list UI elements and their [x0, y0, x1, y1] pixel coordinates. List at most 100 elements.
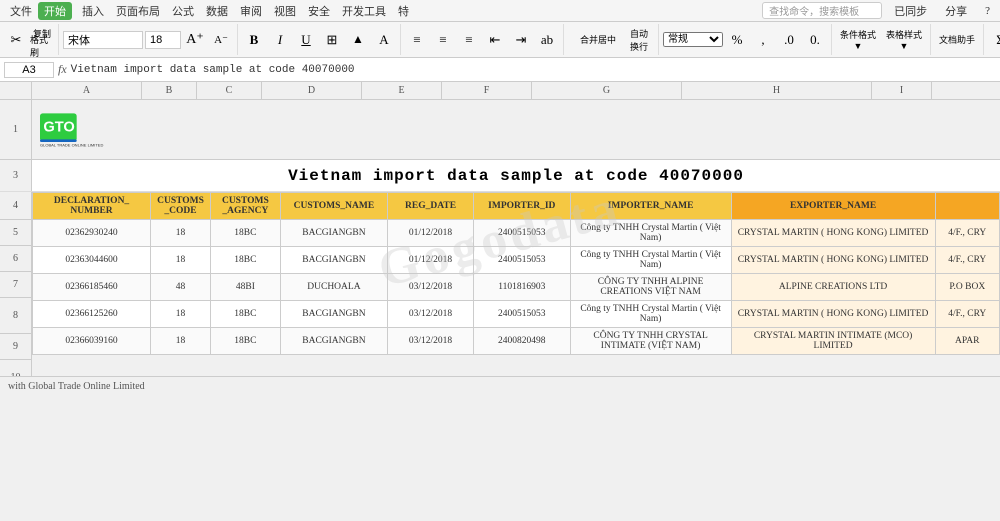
cell-r8-c6[interactable]: Công ty TNHH Crystal Martin ( Việt Nam): [570, 301, 731, 328]
menu-item-security[interactable]: 安全: [302, 3, 336, 19]
cell-r6-c6[interactable]: Công ty TNHH Crystal Martin ( Việt Nam): [570, 247, 731, 274]
indent-inc-button[interactable]: ⇥: [509, 28, 533, 52]
align-right-button[interactable]: ≡: [457, 28, 481, 52]
cell-r6-c3[interactable]: BACGIANGBN: [280, 247, 387, 274]
table-style-button[interactable]: 表格样式▼: [882, 28, 926, 51]
border-button[interactable]: ⊞: [320, 28, 344, 52]
merge-button[interactable]: 合并居中: [568, 28, 628, 52]
cell-r5-c8[interactable]: 4/F., CRY: [935, 220, 999, 247]
cut-button[interactable]: ✂: [4, 28, 28, 52]
menu-bar: 文件 开始 插入 页面布局 公式 数据 审阅 视图 安全 开发工具 特 查找命令…: [0, 0, 1000, 22]
dec-decrease-button[interactable]: 0.: [803, 28, 827, 52]
menu-item-insert[interactable]: 插入: [76, 3, 110, 19]
cell-r5-c7[interactable]: CRYSTAL MARTIN ( HONG KONG) LIMITED: [731, 220, 935, 247]
align-left-button[interactable]: ≡: [405, 28, 429, 52]
cell-r9-c5[interactable]: 2400820498: [473, 328, 570, 355]
cell-r9-c0[interactable]: 02366039160: [33, 328, 151, 355]
cell-r5-c4[interactable]: 01/12/2018: [388, 220, 474, 247]
cell-r6-c5[interactable]: 2400515053: [473, 247, 570, 274]
dec-increase-button[interactable]: .0: [777, 28, 801, 52]
cell-ref-input[interactable]: [4, 62, 54, 78]
format-button[interactable]: 格式刷: [30, 40, 54, 52]
col-header-a[interactable]: A: [32, 82, 142, 99]
col-header-h[interactable]: H: [682, 82, 872, 99]
cell-r5-c6[interactable]: Công ty TNHH Crystal Martin ( Việt Nam): [570, 220, 731, 247]
percent-button[interactable]: %: [725, 28, 749, 52]
cell-r6-c0[interactable]: 02363044600: [33, 247, 151, 274]
col-header-e[interactable]: E: [362, 82, 442, 99]
menu-item-special[interactable]: 特: [392, 3, 415, 19]
cell-r9-c1[interactable]: 18: [151, 328, 211, 355]
cell-r7-c4[interactable]: 03/12/2018: [388, 274, 474, 301]
col-header-f[interactable]: F: [442, 82, 532, 99]
cell-r5-c0[interactable]: 02362930240: [33, 220, 151, 247]
cell-r9-c3[interactable]: BACGIANGBN: [280, 328, 387, 355]
cell-r9-c7[interactable]: CRYSTAL MARTIN INTIMATE (MCO) LIMITED: [731, 328, 935, 355]
font-name-input[interactable]: [63, 31, 143, 49]
font-size-input[interactable]: [145, 31, 181, 49]
fill-color-button[interactable]: ▲: [346, 28, 370, 52]
menu-item-layout[interactable]: 页面布局: [110, 3, 166, 19]
gto-logo: GTO GLOBAL TRADE ONLINE LIMITED: [40, 105, 120, 155]
cell-r9-c2[interactable]: 18BC: [210, 328, 280, 355]
share-button[interactable]: 分享: [939, 3, 973, 19]
cell-r6-c4[interactable]: 01/12/2018: [388, 247, 474, 274]
cell-r8-c3[interactable]: BACGIANGBN: [280, 301, 387, 328]
menu-item-data[interactable]: 数据: [200, 3, 234, 19]
col-header-b[interactable]: B: [142, 82, 197, 99]
orient-button[interactable]: ab: [535, 28, 559, 52]
doc-helper-button[interactable]: 文档助手: [935, 33, 979, 46]
cell-r9-c4[interactable]: 03/12/2018: [388, 328, 474, 355]
cell-r9-c8[interactable]: APAR: [935, 328, 999, 355]
cell-r8-c2[interactable]: 18BC: [210, 301, 280, 328]
font-shrink-button[interactable]: A⁻: [209, 28, 233, 52]
cell-r8-c4[interactable]: 03/12/2018: [388, 301, 474, 328]
cell-r5-c1[interactable]: 18: [151, 220, 211, 247]
cell-r7-c1[interactable]: 48: [151, 274, 211, 301]
cell-r7-c6[interactable]: CÔNG TY TNHH ALPINE CREATIONS VIỆT NAM: [570, 274, 731, 301]
thousands-button[interactable]: ,: [751, 28, 775, 52]
cell-r8-c0[interactable]: 02366125260: [33, 301, 151, 328]
cell-r5-c5[interactable]: 2400515053: [473, 220, 570, 247]
cell-r7-c3[interactable]: DUCHOALA: [280, 274, 387, 301]
menu-item-start[interactable]: 开始: [38, 2, 72, 20]
italic-button[interactable]: I: [268, 28, 292, 52]
menu-item-file[interactable]: 文件: [4, 3, 38, 19]
underline-button[interactable]: U: [294, 28, 318, 52]
indent-dec-button[interactable]: ⇤: [483, 28, 507, 52]
cell-r5-c2[interactable]: 18BC: [210, 220, 280, 247]
search-box[interactable]: 查找命令，搜索模板: [762, 2, 882, 19]
cell-r8-c7[interactable]: CRYSTAL MARTIN ( HONG KONG) LIMITED: [731, 301, 935, 328]
cell-r6-c7[interactable]: CRYSTAL MARTIN ( HONG KONG) LIMITED: [731, 247, 935, 274]
col-header-d[interactable]: D: [262, 82, 362, 99]
font-color-button[interactable]: A: [372, 28, 396, 52]
sum-button[interactable]: Σ: [988, 28, 1000, 52]
cell-r7-c8[interactable]: P.O BOX: [935, 274, 999, 301]
col-header-i[interactable]: I: [872, 82, 932, 99]
help-icon[interactable]: ?: [979, 5, 996, 17]
align-center-button[interactable]: ≡: [431, 28, 455, 52]
cell-r9-c6[interactable]: CÔNG TY TNHH CRYSTAL INTIMATE (VIỆT NAM): [570, 328, 731, 355]
wrap-button[interactable]: 自动换行: [630, 28, 654, 52]
number-format-select[interactable]: 常规: [663, 32, 723, 47]
conditional-format-button[interactable]: 条件格式▼: [836, 28, 880, 51]
col-header-c[interactable]: C: [197, 82, 262, 99]
cell-r5-c3[interactable]: BACGIANGBN: [280, 220, 387, 247]
cell-r7-c0[interactable]: 02366185460: [33, 274, 151, 301]
cell-r8-c1[interactable]: 18: [151, 301, 211, 328]
menu-item-dev[interactable]: 开发工具: [336, 3, 392, 19]
menu-item-formula[interactable]: 公式: [166, 3, 200, 19]
cell-r6-c1[interactable]: 18: [151, 247, 211, 274]
cell-r6-c8[interactable]: 4/F., CRY: [935, 247, 999, 274]
font-grow-button[interactable]: A⁺: [183, 28, 207, 52]
cell-r6-c2[interactable]: 18BC: [210, 247, 280, 274]
menu-item-review[interactable]: 审阅: [234, 3, 268, 19]
cell-r7-c5[interactable]: 1101816903: [473, 274, 570, 301]
cell-r8-c8[interactable]: 4/F., CRY: [935, 301, 999, 328]
cell-r7-c2[interactable]: 48BI: [210, 274, 280, 301]
cell-r7-c7[interactable]: ALPINE CREATIONS LTD: [731, 274, 935, 301]
col-header-g[interactable]: G: [532, 82, 682, 99]
menu-item-view[interactable]: 视图: [268, 3, 302, 19]
bold-button[interactable]: B: [242, 28, 266, 52]
cell-r8-c5[interactable]: 2400515053: [473, 301, 570, 328]
